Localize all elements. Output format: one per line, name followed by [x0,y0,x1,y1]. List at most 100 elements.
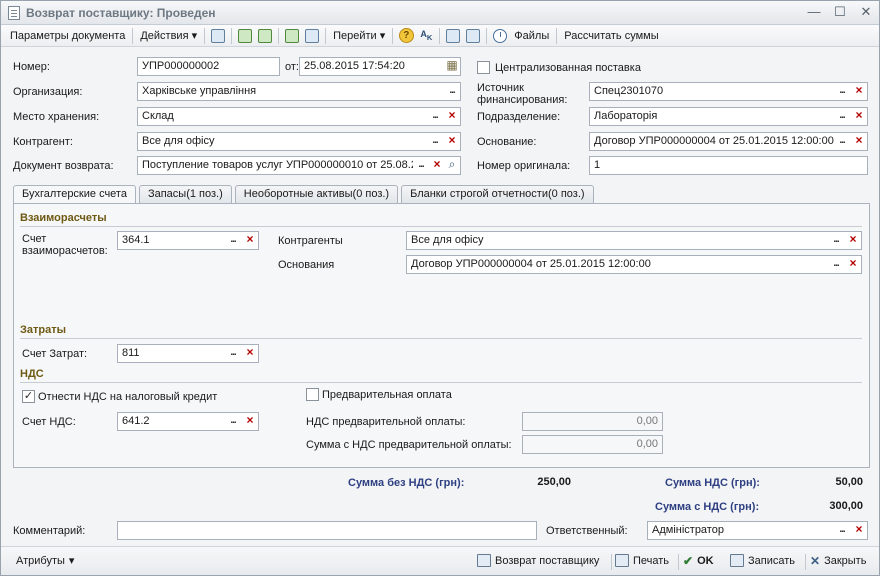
responsible-field[interactable]: Адміністратор × ... [647,521,868,540]
responsible-value: Адміністратор [652,524,724,536]
vat-account-clear-icon[interactable]: × [242,413,258,430]
create-based-on-icon[interactable] [283,27,301,45]
date-from-label: от: [285,61,299,73]
toolbar-separator [231,27,233,44]
toolbar-separator [486,27,488,44]
number-field[interactable]: УПР000000002 [137,57,280,76]
bases-select-button[interactable]: ... [828,256,844,273]
tab-inventory[interactable]: Запасы(1 поз.) [138,185,232,203]
vat-account-field[interactable]: 641.2 × ... [117,412,259,431]
tab-strict-forms[interactable]: Бланки строгой отчетности(0 поз.) [401,185,594,203]
date-value: 25.08.2015 17:54:20 [304,60,405,72]
return-document-clear-icon[interactable]: × [429,157,445,174]
prepayment-label: Предварительная оплата [322,389,452,401]
organization-label: Организация: [13,86,83,98]
return-document-field[interactable]: Поступление товаров услуг УПР000000010 о… [137,156,461,175]
ok-button[interactable]: ✔ OK [683,554,714,568]
attributes-menu[interactable]: Атрибуты ▾ [16,554,74,568]
bases-field[interactable]: Договор УПР000000004 от 25.01.2015 12:00… [406,255,862,274]
post-icon[interactable] [236,27,254,45]
toolbar-separator [278,27,280,44]
tab-accounting-accounts[interactable]: Бухгалтерские счета [13,185,136,205]
close-window-button[interactable]: ✕ [859,4,873,20]
original-number-field[interactable]: 1 [589,156,868,175]
tax-credit-checkbox[interactable]: ✓ [22,390,35,403]
bottom-separator [611,554,612,570]
basis-field[interactable]: Договор УПР000000004 от 25.01.2015 12:00… [589,132,868,151]
basis-select-button[interactable]: ... [834,133,850,150]
actions-menu[interactable]: Действия ▾ [136,26,201,46]
division-field[interactable]: Лабораторія × ... [589,107,868,126]
cost-account-select-button[interactable]: ... [225,345,241,362]
costs-section-title: Затраты [20,324,67,336]
storage-field[interactable]: Склад × ... [137,107,461,126]
prepay-sum-label: Сумма с НДС предварительной оплаты: [306,439,512,451]
cost-account-label: Счет Затрат: [22,348,88,360]
organization-select-button[interactable]: ... [444,83,460,100]
window-title: Возврат поставщику: Проведен [26,5,216,20]
structure-icon[interactable] [303,27,321,45]
vat-account-select-button[interactable]: ... [225,413,241,430]
maximize-button[interactable]: ☐ [833,4,847,20]
cost-account-clear-icon[interactable]: × [242,345,258,362]
funding-source-field[interactable]: Спец2301070 × ... [589,82,868,101]
close-icon: ✕ [810,554,821,568]
settlements-section-title: Взаиморасчеты [20,212,107,224]
print-button[interactable]: Печать [615,554,669,567]
cost-account-field[interactable]: 811 × ... [117,344,259,363]
search-icon[interactable]: ⌕ [444,157,460,174]
contractors-field[interactable]: Все для офісу × ... [406,231,862,250]
contractors-select-button[interactable]: ... [828,232,844,249]
tab-panel-accounting: Взаиморасчеты Счет взаиморасчетов: 364.1… [13,203,870,468]
funding-source-select-button[interactable]: ... [834,83,850,100]
clock-icon[interactable] [491,27,509,45]
calculate-sums-button[interactable]: Рассчитать суммы [560,26,662,46]
contractor-select-button[interactable]: ... [427,133,443,150]
document-params-menu[interactable]: Параметры документа [6,26,129,46]
settlement-account-field[interactable]: 364.1 × ... [117,231,259,250]
contractors-label: Контрагенты [278,235,343,247]
prepayment-checkbox[interactable] [306,388,319,401]
calendar-icon[interactable]: ▦ [444,58,460,75]
spellcheck-icon[interactable]: AK [417,27,435,45]
organization-field[interactable]: Харківське управління ... [137,82,461,101]
settlement-account-select-button[interactable]: ... [225,232,241,249]
contractor-clear-icon[interactable]: × [444,133,460,150]
responsible-select-button[interactable]: ... [834,522,850,539]
minimize-button[interactable]: — [807,4,821,20]
contractor-field[interactable]: Все для офісу × ... [137,132,461,151]
division-value: Лабораторія [594,110,658,122]
section-divider [20,226,862,227]
sum-without-vat-label: Сумма без НДС (грн): [348,477,465,489]
contractors-clear-icon[interactable]: × [845,232,861,249]
division-select-button[interactable]: ... [834,108,850,125]
vat-sum-value: 50,00 [835,476,863,488]
goto-menu-label: Перейти [333,29,377,42]
basis-clear-icon[interactable]: × [851,133,867,150]
contractor-label: Контрагент: [13,136,73,148]
post-and-close-icon[interactable] [209,27,227,45]
return-to-supplier-button[interactable]: Возврат поставщику [477,554,599,567]
return-document-select-button[interactable]: ... [413,157,429,174]
settlement-account-clear-icon[interactable]: × [242,232,258,249]
save-button[interactable]: Записать [730,554,795,567]
funding-source-clear-icon[interactable]: × [851,83,867,100]
centralized-supply-checkbox[interactable] [477,61,490,74]
unpost-icon[interactable] [256,27,274,45]
tab-noncurrent-assets[interactable]: Необоротные активы(0 поз.) [234,185,399,203]
list-view-icon[interactable] [444,27,462,45]
files-button[interactable]: Файлы [510,26,553,46]
goto-menu[interactable]: Перейти ▾ [329,26,389,46]
comment-field[interactable] [117,521,537,540]
storage-select-button[interactable]: ... [427,108,443,125]
bases-clear-icon[interactable]: × [845,256,861,273]
close-button[interactable]: ✕ Закрыть [810,554,866,568]
division-clear-icon[interactable]: × [851,108,867,125]
responsible-clear-icon[interactable]: × [851,522,867,539]
help-icon[interactable]: ? [397,27,415,45]
sum-with-vat-value: 300,00 [829,500,863,512]
storage-clear-icon[interactable]: × [444,108,460,125]
basis-label: Основание: [477,136,537,148]
table-settings-icon[interactable] [464,27,482,45]
date-field[interactable]: 25.08.2015 17:54:20 ▦ [299,57,461,76]
